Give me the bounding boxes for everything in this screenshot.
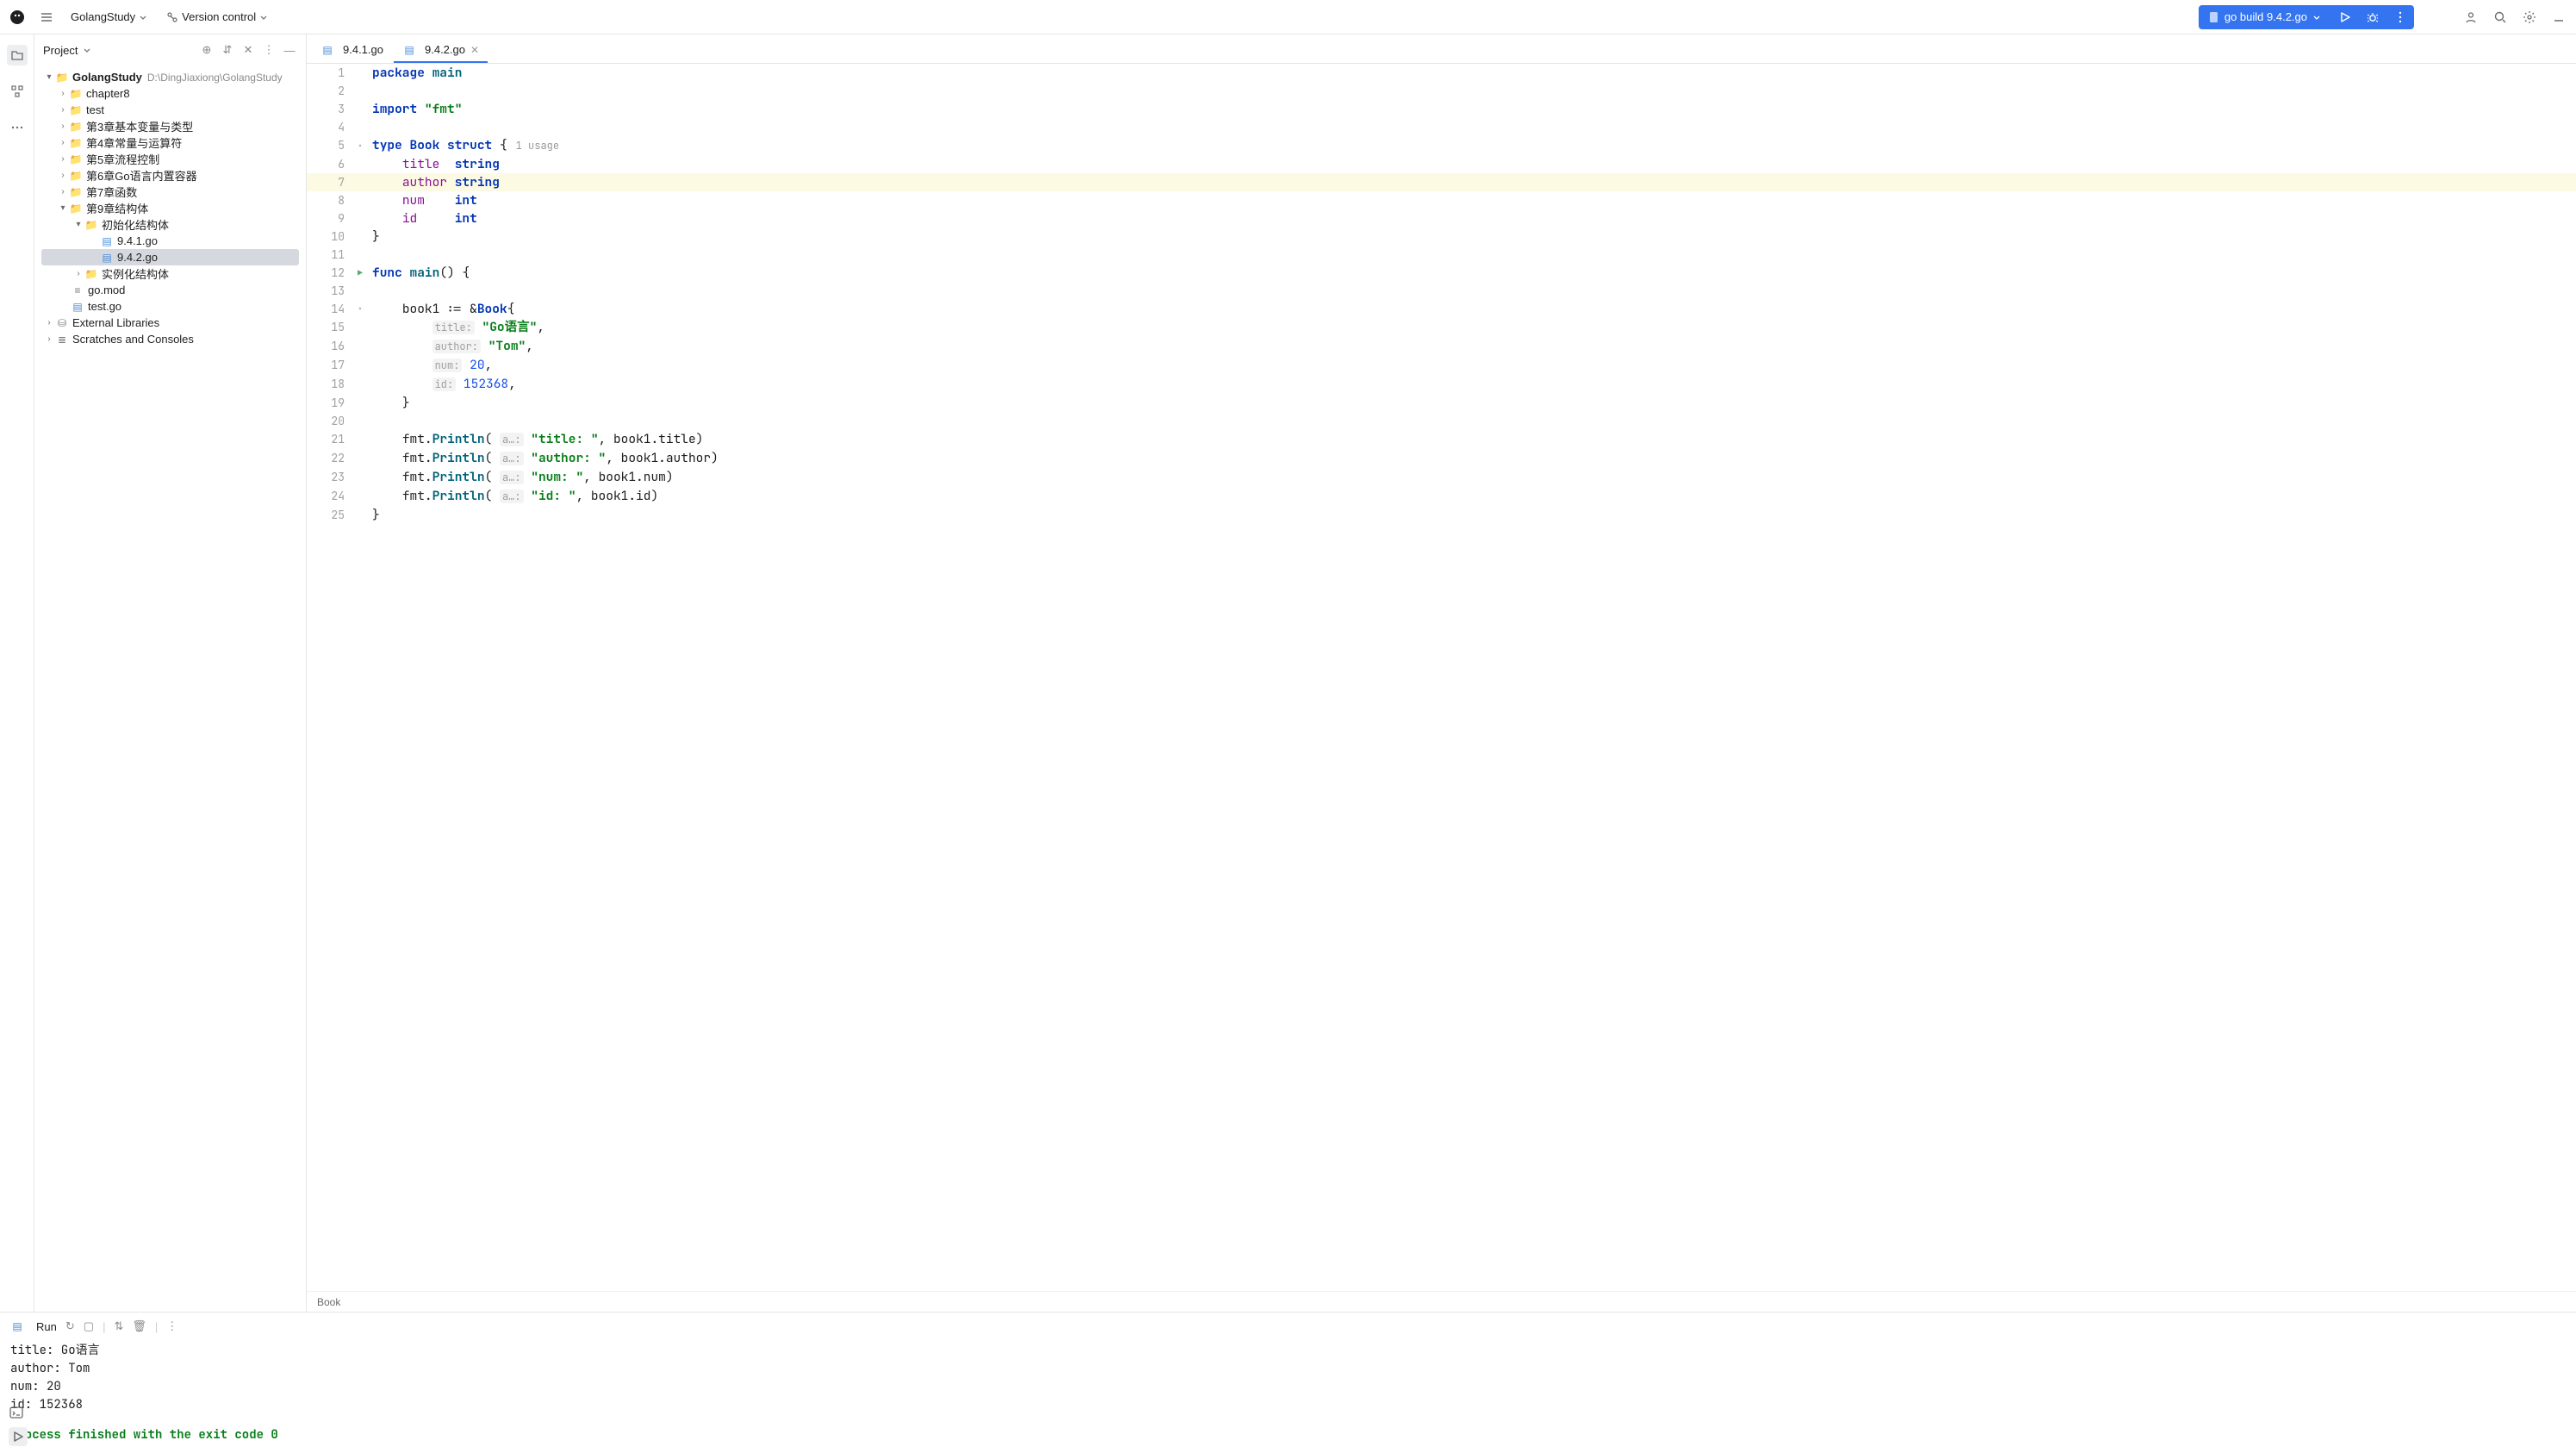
tree-folder[interactable]: ›📁chapter8 — [41, 85, 299, 102]
tree-folder[interactable]: ▾📁初始化结构体 — [41, 216, 299, 233]
tree-folder[interactable]: ›📁第3章基本变量与类型 — [41, 118, 299, 134]
tree-file[interactable]: ▤test.go — [41, 298, 299, 315]
tree-file-active[interactable]: ▤9.4.2.go — [41, 249, 299, 265]
tab-file-2[interactable]: ▤9.4.2.go✕ — [394, 38, 488, 63]
settings-icon[interactable] — [2517, 5, 2542, 29]
console-output[interactable]: title: Go语言 author: Tom num: 20 id: 1523… — [0, 1340, 2576, 1453]
tree-scratches[interactable]: ›≣Scratches and Consoles — [41, 331, 299, 347]
tree-folder[interactable]: ›📁test — [41, 102, 299, 118]
code-editor[interactable]: 1package main 2 3import "fmt" 4 5▾type B… — [307, 64, 2576, 1291]
tree-file[interactable]: ▤9.4.1.go — [41, 233, 299, 249]
tree-folder[interactable]: ›📁第5章流程控制 — [41, 151, 299, 167]
editor-tabs: ▤9.4.1.go ▤9.4.2.go✕ — [307, 34, 2576, 64]
more-tool-icon[interactable] — [7, 117, 28, 138]
topbar: GolangStudy Version control go build 9.4… — [0, 0, 2576, 34]
tree-file[interactable]: ≡go.mod — [41, 282, 299, 298]
tab-file-1[interactable]: ▤9.4.1.go — [312, 38, 392, 63]
locate-icon[interactable]: ⊕ — [199, 42, 215, 58]
tree-folder[interactable]: ›📁第4章常量与运算符 — [41, 134, 299, 151]
collapse-icon[interactable]: ✕ — [240, 42, 256, 58]
filter-icon[interactable]: ⇅ — [114, 1319, 123, 1333]
structure-tool-icon[interactable] — [7, 81, 28, 102]
run-config-group: go build 9.4.2.go — [2199, 5, 2414, 29]
gutter-run-icon[interactable]: ▶ — [352, 264, 369, 282]
run-panel: ▤ Run ↻ ▢ | ⇅ 🗑 | ⋮ title: Go语言 author: … — [0, 1312, 2576, 1453]
run-tab-icon: ▤ — [10, 1320, 24, 1332]
hide-icon[interactable]: — — [282, 42, 297, 58]
close-tab-icon[interactable]: ✕ — [470, 44, 479, 56]
tree-folder[interactable]: ▾📁第9章结构体 — [41, 200, 299, 216]
sidebar-title: Project — [43, 44, 78, 57]
rerun-icon[interactable]: ↻ — [65, 1319, 75, 1333]
tree-root[interactable]: ▾📁GolangStudyD:\DingJiaxiong\GolangStudy — [41, 69, 299, 85]
tree-ext-lib[interactable]: ›⛁External Libraries — [41, 315, 299, 331]
left-toolbar — [0, 34, 34, 1312]
project-sidebar: Project ⊕ ⇵ ✕ ⋮ — ▾📁GolangStudyD:\DingJi… — [34, 34, 307, 1312]
terminal-tool-icon[interactable] — [9, 1405, 24, 1420]
search-icon[interactable] — [2488, 5, 2512, 29]
run-button[interactable] — [2331, 5, 2359, 29]
more-run-icon[interactable]: ⋮ — [166, 1319, 177, 1333]
project-dropdown[interactable]: GolangStudy — [64, 7, 154, 27]
minimize-icon[interactable] — [2547, 5, 2571, 29]
debug-button[interactable] — [2359, 5, 2386, 29]
run-tool-icon[interactable] — [9, 1427, 28, 1446]
run-config-selector[interactable]: go build 9.4.2.go — [2199, 5, 2331, 29]
trash-icon[interactable]: 🗑 — [132, 1319, 146, 1333]
app-logo-icon — [5, 5, 29, 29]
tree-folder[interactable]: ›📁第7章函数 — [41, 184, 299, 200]
stop-icon[interactable]: ▢ — [84, 1319, 94, 1333]
account-icon[interactable] — [2459, 5, 2483, 29]
project-tool-icon[interactable] — [7, 45, 28, 65]
tree-folder[interactable]: ›📁第6章Go语言内置容器 — [41, 167, 299, 184]
editor-area: ▤9.4.1.go ▤9.4.2.go✕ 1package main 2 3im… — [307, 34, 2576, 1312]
project-tree: ▾📁GolangStudyD:\DingJiaxiong\GolangStudy… — [34, 65, 306, 1312]
run-more-button[interactable] — [2386, 5, 2414, 29]
breadcrumb[interactable]: Book — [307, 1291, 2576, 1312]
vcs-dropdown[interactable]: Version control — [159, 7, 275, 27]
tree-folder[interactable]: ›📁实例化结构体 — [41, 265, 299, 282]
expand-icon[interactable]: ⇵ — [220, 42, 235, 58]
options-icon[interactable]: ⋮ — [261, 42, 277, 58]
chevron-down-icon[interactable] — [83, 46, 91, 54]
run-tab-label[interactable]: Run — [36, 1320, 57, 1333]
main-menu-icon[interactable] — [34, 5, 59, 29]
